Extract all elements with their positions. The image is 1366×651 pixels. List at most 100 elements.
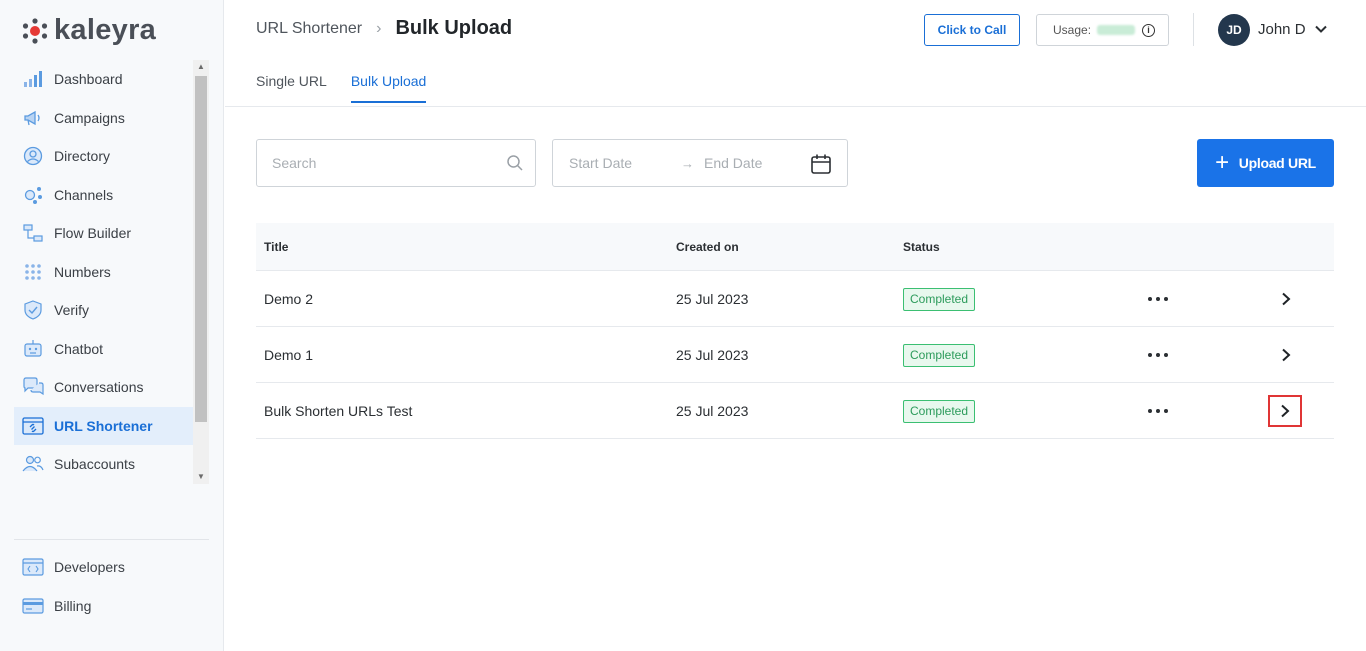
sidebar-scrollbar[interactable]: ▲ ▼: [193, 60, 209, 484]
row-created-on: 25 Jul 2023: [676, 347, 749, 363]
kaleyra-logo[interactable]: kaleyra: [22, 14, 156, 47]
sidebar-divider: [14, 539, 209, 540]
status-badge-wrap: Completed: [903, 400, 976, 423]
sidebar-item-chatbot[interactable]: Chatbot: [14, 330, 193, 369]
sidebar-item-directory[interactable]: Directory: [14, 137, 193, 176]
usage-indicator[interactable]: Usage: i: [1036, 14, 1169, 46]
plus-icon: +: [1215, 149, 1229, 176]
arrow-right-icon: →: [681, 156, 694, 171]
user-circle-icon: [22, 145, 44, 167]
scroll-down-icon[interactable]: ▼: [193, 470, 209, 484]
shield-check-icon: [22, 299, 44, 321]
sidebar-nav: Dashboard Campaigns Directory Channels F…: [14, 60, 193, 484]
sidebar-item-flow-builder[interactable]: Flow Builder: [14, 214, 193, 253]
usage-label: Usage:: [1053, 23, 1092, 37]
chevron-right-icon[interactable]: [1275, 288, 1297, 310]
sidebar-item-dashboard[interactable]: Dashboard: [14, 60, 193, 99]
card-icon: [22, 595, 44, 617]
sidebar-item-label: Flow Builder: [54, 225, 132, 242]
sidebar-item-label: Numbers: [54, 263, 111, 280]
user-name[interactable]: John D: [1258, 21, 1306, 38]
table-row[interactable]: Bulk Shorten URLs Test 25 Jul 2023 Compl…: [256, 383, 1334, 439]
brand-name: kaleyra: [54, 14, 157, 46]
sidebar-item-campaigns[interactable]: Campaigns: [14, 99, 193, 138]
row-title: Demo 1: [264, 347, 314, 363]
sidebar-item-label: Channels: [54, 186, 114, 203]
sidebar-item-conversations[interactable]: Conversations: [14, 368, 193, 407]
calendar-icon[interactable]: [810, 153, 832, 175]
flow-icon: [22, 222, 44, 244]
sidebar-item-label: Dashboard: [54, 71, 123, 88]
robot-icon: [22, 338, 44, 360]
sidebar-item-numbers[interactable]: Numbers: [14, 253, 193, 292]
more-options-icon[interactable]: [1146, 289, 1170, 309]
channels-icon: [22, 184, 44, 206]
sidebar-item-label: Directory: [54, 148, 111, 165]
sidebar-item-url-shortener[interactable]: URL Shortener: [14, 406, 193, 445]
end-date-field[interactable]: End Date: [704, 155, 762, 171]
header-divider: [1193, 13, 1194, 46]
page-title: Bulk Upload: [395, 17, 513, 39]
avatar[interactable]: JD: [1218, 14, 1250, 46]
start-date-field[interactable]: Start Date: [569, 155, 632, 171]
sidebar-item-developers[interactable]: Developers: [14, 548, 193, 587]
megaphone-icon: [22, 107, 44, 129]
status-badge-wrap: Completed: [903, 344, 976, 367]
sidebar-item-label: Billing: [54, 597, 92, 614]
scroll-thumb[interactable]: [195, 76, 207, 422]
search-box: [256, 139, 536, 187]
search-input[interactable]: [257, 140, 497, 186]
chat-bubbles-icon: [22, 376, 44, 398]
page-header: URL Shortener › Bulk Upload Click to Cal…: [225, 0, 1366, 107]
sidebar-item-label: Verify: [54, 302, 90, 319]
breadcrumb: URL Shortener › Bulk Upload: [256, 17, 512, 40]
scroll-up-icon[interactable]: ▲: [193, 60, 209, 74]
status-badge-wrap: Completed: [903, 288, 976, 311]
usage-value-redacted: [1097, 25, 1136, 35]
tab-single-url[interactable]: Single URL: [256, 73, 327, 103]
table-header: Title Created on Status: [256, 223, 1334, 271]
sidebar: kaleyra Dashboard Campaigns Directory Ch…: [0, 0, 224, 651]
sidebar-item-label: URL Shortener: [54, 417, 153, 434]
info-icon[interactable]: i: [1142, 23, 1156, 37]
chevron-down-icon[interactable]: [1312, 20, 1330, 38]
row-created-on: 25 Jul 2023: [676, 291, 749, 307]
bar-chart-icon: [22, 68, 44, 90]
row-title: Bulk Shorten URLs Test: [264, 403, 413, 419]
users-icon: [22, 453, 44, 475]
column-header-status[interactable]: Status: [903, 240, 940, 254]
chevron-right-icon[interactable]: [1268, 395, 1302, 427]
table-row[interactable]: Demo 1 25 Jul 2023 Completed: [256, 327, 1334, 383]
more-options-icon[interactable]: [1146, 401, 1170, 421]
click-to-call-button[interactable]: Click to Call: [924, 14, 1020, 46]
sidebar-item-label: Developers: [54, 559, 125, 576]
dialpad-icon: [22, 261, 44, 283]
upload-url-label: Upload URL: [1238, 155, 1316, 171]
kaleyra-logo-icon: [22, 17, 48, 44]
sidebar-bottom-nav: Developers Billing: [14, 548, 193, 625]
link-icon: [22, 415, 44, 437]
sidebar-item-channels[interactable]: Channels: [14, 176, 193, 215]
sidebar-item-label: Campaigns: [54, 109, 125, 126]
status-badge: Completed: [903, 288, 976, 311]
date-range-picker[interactable]: Start Date → End Date: [552, 139, 848, 187]
sidebar-item-subaccounts[interactable]: Subaccounts: [14, 445, 193, 484]
search-icon[interactable]: [506, 154, 524, 172]
bulk-upload-table: Title Created on Status Demo 2 25 Jul 20…: [256, 223, 1334, 439]
status-badge: Completed: [903, 400, 976, 423]
upload-url-button[interactable]: + Upload URL: [1197, 139, 1334, 187]
chevron-right-icon[interactable]: [1275, 344, 1297, 366]
code-icon: [22, 556, 44, 578]
sidebar-item-label: Conversations: [54, 379, 144, 396]
status-badge: Completed: [903, 344, 976, 367]
table-row[interactable]: Demo 2 25 Jul 2023 Completed: [256, 271, 1334, 327]
more-options-icon[interactable]: [1146, 345, 1170, 365]
row-title: Demo 2: [264, 291, 314, 307]
sidebar-item-verify[interactable]: Verify: [14, 291, 193, 330]
column-header-title[interactable]: Title: [264, 240, 288, 254]
column-header-created-on[interactable]: Created on: [676, 240, 739, 254]
sidebar-item-label: Chatbot: [54, 340, 104, 357]
breadcrumb-parent[interactable]: URL Shortener: [256, 20, 362, 38]
sidebar-item-billing[interactable]: Billing: [14, 587, 193, 626]
tab-bulk-upload[interactable]: Bulk Upload: [350, 73, 427, 103]
